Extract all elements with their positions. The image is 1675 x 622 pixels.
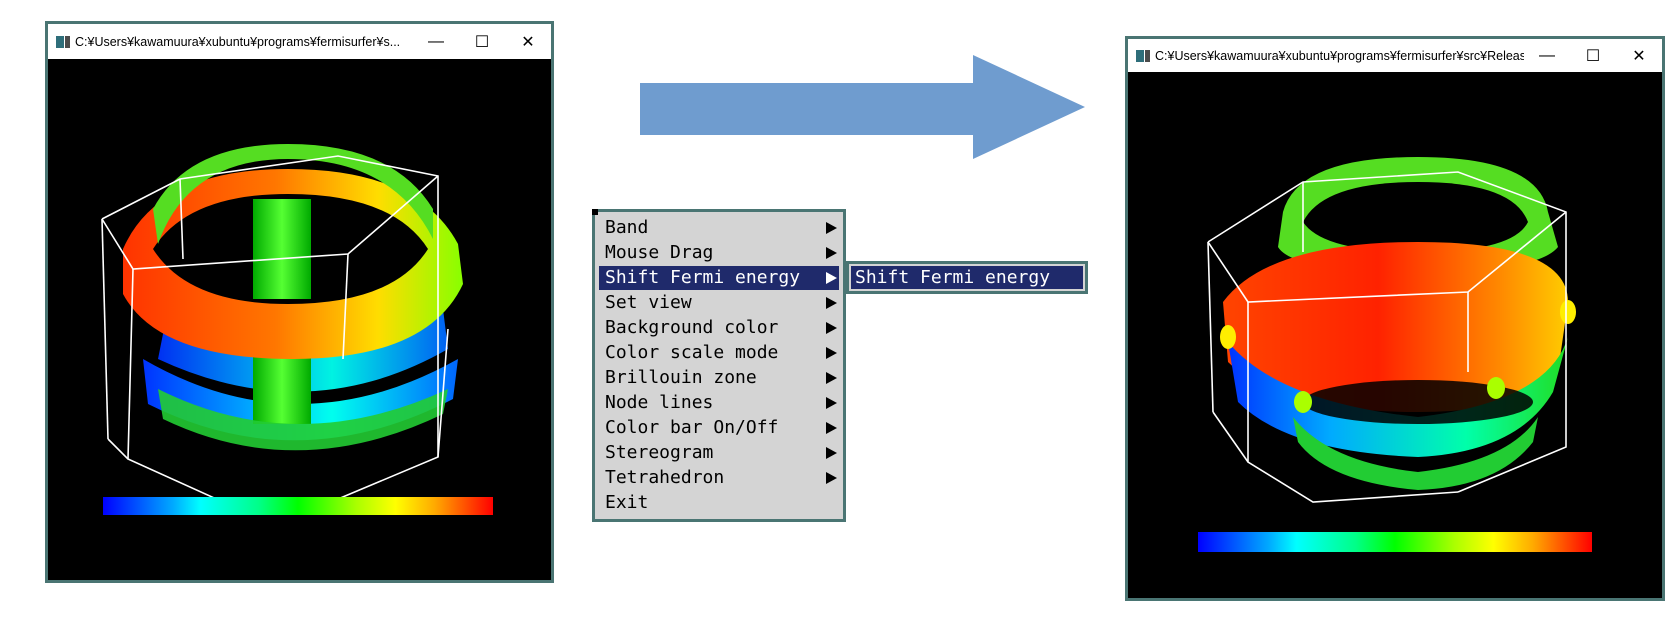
submenu-arrow-icon xyxy=(826,472,837,484)
submenu-arrow-icon xyxy=(826,322,837,334)
submenu-item-shift-fermi-energy[interactable]: Shift Fermi energy xyxy=(851,266,1083,289)
menu-item-color-bar-on-off[interactable]: Color bar On/Off xyxy=(599,416,839,440)
right-fermisurfer-window: C:¥Users¥kawamuura¥xubuntu¥programs¥ferm… xyxy=(1125,36,1665,601)
menu-item-color-scale-mode[interactable]: Color scale mode xyxy=(599,341,839,365)
shift-fermi-energy-submenu: Shift Fermi energy xyxy=(846,261,1088,294)
menu-item-mouse-drag[interactable]: Mouse Drag xyxy=(599,241,839,265)
close-button[interactable]: ✕ xyxy=(1616,46,1662,66)
submenu-arrow-icon xyxy=(826,447,837,459)
minimize-button[interactable]: — xyxy=(1524,47,1570,65)
minimize-button[interactable]: — xyxy=(413,33,459,51)
submenu-arrow-icon xyxy=(826,272,837,284)
menu-item-stereogram[interactable]: Stereogram xyxy=(599,441,839,465)
close-button[interactable]: ✕ xyxy=(505,32,551,52)
menu-item-tetrahedron[interactable]: Tetrahedron xyxy=(599,466,839,490)
submenu-arrow-icon xyxy=(826,222,837,234)
transition-arrow xyxy=(640,55,1085,159)
submenu-arrow-icon xyxy=(826,347,837,359)
menu-corner-mark xyxy=(592,209,598,215)
right-3d-viewport[interactable] xyxy=(1128,72,1662,598)
left-3d-viewport[interactable] xyxy=(48,59,551,580)
menu-item-shift-fermi-energy[interactable]: Shift Fermi energy xyxy=(599,266,839,290)
menu-item-background-color[interactable]: Background color xyxy=(599,316,839,340)
right-color-bar xyxy=(1198,532,1592,552)
right-window-title: C:¥Users¥kawamuura¥xubuntu¥programs¥ferm… xyxy=(1155,48,1524,63)
submenu-arrow-icon xyxy=(826,297,837,309)
menu-item-exit[interactable]: Exit xyxy=(599,491,839,515)
submenu-arrow-icon xyxy=(826,247,837,259)
left-window-title: C:¥Users¥kawamuura¥xubuntu¥programs¥ferm… xyxy=(75,34,401,49)
app-icon xyxy=(1136,49,1150,62)
left-color-bar xyxy=(103,497,493,515)
right-window-titlebar[interactable]: C:¥Users¥kawamuura¥xubuntu¥programs¥ferm… xyxy=(1128,39,1662,72)
left-fermisurfer-window: C:¥Users¥kawamuura¥xubuntu¥programs¥ferm… xyxy=(45,21,554,583)
app-icon xyxy=(56,35,70,48)
context-menu: Band Mouse Drag Shift Fermi energy Set v… xyxy=(592,209,846,522)
submenu-arrow-icon xyxy=(826,372,837,384)
menu-item-band[interactable]: Band xyxy=(599,216,839,240)
submenu-arrow-icon xyxy=(826,422,837,434)
menu-item-node-lines[interactable]: Node lines xyxy=(599,391,839,415)
right-fermi-surface-render xyxy=(1207,157,1576,503)
maximize-button[interactable]: ☐ xyxy=(1570,46,1616,66)
left-window-titlebar[interactable]: C:¥Users¥kawamuura¥xubuntu¥programs¥ferm… xyxy=(48,24,551,59)
maximize-button[interactable]: ☐ xyxy=(459,32,505,52)
menu-item-set-view[interactable]: Set view xyxy=(599,291,839,315)
submenu-arrow-icon xyxy=(826,397,837,409)
menu-item-brillouin-zone[interactable]: Brillouin zone xyxy=(599,366,839,390)
